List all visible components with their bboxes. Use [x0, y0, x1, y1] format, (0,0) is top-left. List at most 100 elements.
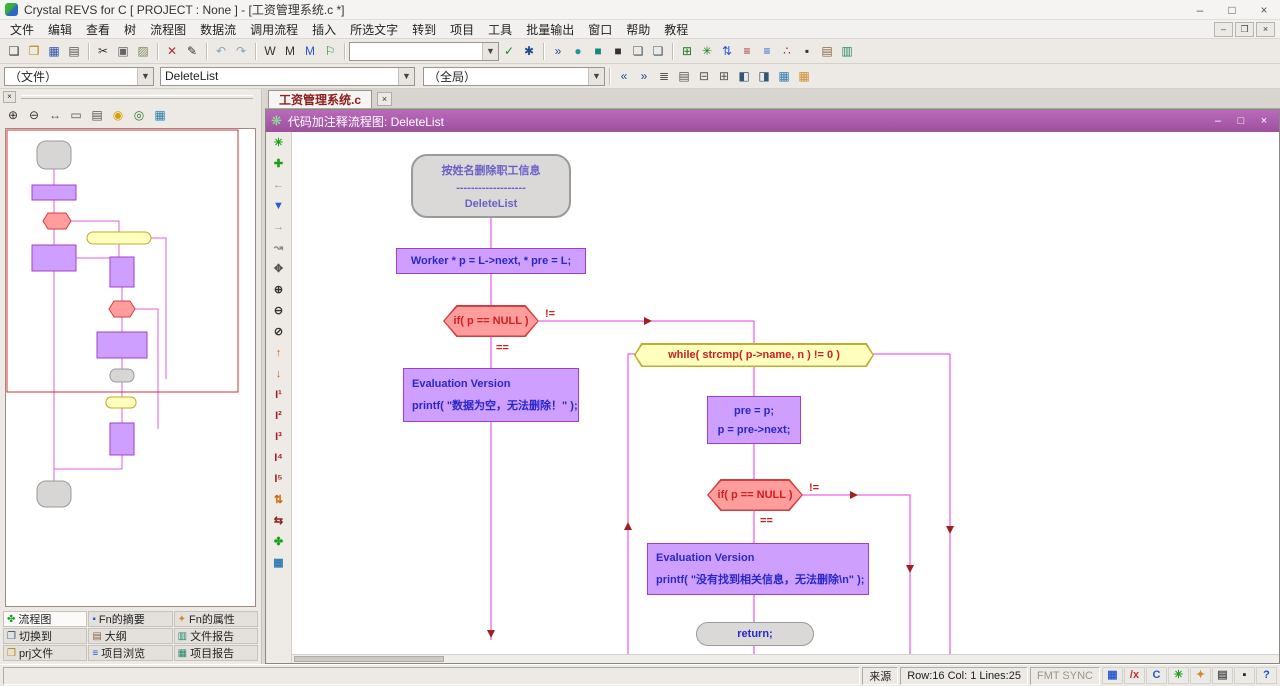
c-lang-icon[interactable]: C	[1146, 667, 1167, 684]
tokens-icon[interactable]: ✳	[1168, 667, 1189, 684]
swap-vert-icon[interactable]: ⇅	[268, 491, 289, 510]
flow-tree-icon[interactable]: ✳	[697, 42, 717, 61]
dropdown-arrow-icon[interactable]: ▼	[588, 67, 604, 85]
tab-close-icon[interactable]: ×	[377, 91, 393, 106]
menu-item[interactable]: 查看	[79, 20, 117, 39]
mdi-restore-icon[interactable]: ❐	[1235, 21, 1254, 37]
menu-item[interactable]: 项目	[443, 20, 481, 39]
mark-icon[interactable]: M	[280, 42, 300, 61]
window-pane2-icon[interactable]: ❏	[648, 42, 668, 61]
panel-icon[interactable]: ▤	[1212, 667, 1233, 684]
tab-switch-to[interactable]: ❐ 切换到	[3, 628, 88, 644]
search-combo[interactable]: ▼	[349, 41, 499, 61]
back-icon[interactable]: ←	[268, 176, 289, 195]
scroll-down-icon[interactable]: ↓	[268, 365, 289, 384]
flow-node-start[interactable]: 按姓名删除职工信息 ------------------- DeleteList	[411, 154, 571, 218]
stats-icon[interactable]: ▥	[837, 42, 857, 61]
menu-item[interactable]: 调用流程	[243, 20, 305, 39]
document-tab[interactable]: 工资管理系统.c	[268, 90, 373, 108]
flowchart-minimap[interactable]	[5, 128, 256, 607]
pages-icon[interactable]: ▤	[87, 106, 107, 125]
open-folder-icon[interactable]: ❒	[24, 42, 44, 61]
redo-icon[interactable]: ↷	[231, 42, 251, 61]
file-combo-value[interactable]: （文件）	[5, 68, 137, 85]
expand-all-icon[interactable]: »	[548, 42, 568, 61]
copy-icon[interactable]: ▣	[113, 42, 133, 61]
flow-node-while[interactable]: while( strcmp( p->name, n ) != 0 )	[634, 343, 874, 367]
jump-icon[interactable]: ↝	[268, 239, 289, 258]
scope-combo-value[interactable]: （全局）	[424, 68, 588, 85]
cut-icon[interactable]: ✂	[93, 42, 113, 61]
fc-minimize-icon[interactable]: –	[1208, 113, 1228, 129]
scope-combo[interactable]: （全局） ▼	[423, 66, 605, 86]
new-file-icon[interactable]: ❑	[4, 42, 24, 61]
menu-item[interactable]: 转到	[405, 20, 443, 39]
forward-icon[interactable]: →	[268, 218, 289, 237]
pan-icon[interactable]: ✥	[268, 260, 289, 279]
flow-node-if-2[interactable]: if( p == NULL )	[707, 479, 803, 511]
dark-block-icon[interactable]: ■	[608, 42, 628, 61]
level5-icon[interactable]: I⁵	[268, 470, 289, 489]
menu-item[interactable]: 批量输出	[519, 20, 581, 39]
flag-icon[interactable]: ⚐	[320, 42, 340, 61]
fit-page-icon[interactable]: ▭	[66, 106, 86, 125]
menu-item[interactable]: 流程图	[143, 20, 193, 39]
find-icon[interactable]: ✱	[519, 42, 539, 61]
flowchart-canvas[interactable]: 按姓名删除职工信息 ------------------- DeleteList…	[292, 132, 1279, 663]
token-next-icon[interactable]: »	[634, 67, 654, 86]
file-combo[interactable]: （文件） ▼	[4, 66, 154, 86]
paste-icon[interactable]: ▨	[133, 42, 153, 61]
symbol-combo-value[interactable]: DeleteList	[161, 69, 398, 83]
close-icon[interactable]: ×	[1248, 0, 1280, 19]
collapse-icon[interactable]: ⊟	[694, 67, 714, 86]
dropdown-arrow-icon[interactable]: ▼	[482, 42, 498, 60]
level4-icon[interactable]: I⁴	[268, 449, 289, 468]
tab-prj-files[interactable]: ❒ prj文件	[3, 645, 88, 661]
block-icon[interactable]: ▪	[797, 42, 817, 61]
tab-fn-properties[interactable]: ✦ Fn的属性	[173, 611, 258, 627]
zoom-in-canvas-icon[interactable]: ⊕	[268, 281, 289, 300]
mdi-close-icon[interactable]: ×	[1256, 21, 1275, 37]
grid-status-icon[interactable]: ▦	[1102, 667, 1123, 684]
doc-report-icon[interactable]: ▤	[817, 42, 837, 61]
flow-node-eval-2[interactable]: Evaluation Version printf( "没有找到相关信息，无法删…	[647, 543, 869, 595]
canvas-hscrollbar[interactable]	[292, 654, 1279, 663]
menu-item[interactable]: 插入	[305, 20, 343, 39]
zoom-select-icon[interactable]: ⊘	[268, 323, 289, 342]
swap-horiz-icon[interactable]: ⇆	[268, 512, 289, 531]
fc-close-icon[interactable]: ×	[1254, 113, 1274, 129]
fc-maximize-icon[interactable]: □	[1231, 113, 1251, 129]
menu-item[interactable]: 树	[117, 20, 143, 39]
symbol-combo[interactable]: DeleteList ▼	[160, 66, 415, 86]
target-icon[interactable]: ◎	[129, 106, 149, 125]
tab-project-browse[interactable]: ≡ 项目浏览	[88, 645, 173, 661]
menu-item[interactable]: 窗口	[581, 20, 619, 39]
detail-list-icon[interactable]: ≡	[737, 42, 757, 61]
margin-right-icon[interactable]: ◨	[754, 67, 774, 86]
detail-list2-icon[interactable]: ≡	[757, 42, 777, 61]
flow-node-if-1[interactable]: if( p == NULL )	[443, 305, 539, 337]
level3-icon[interactable]: I³	[268, 428, 289, 447]
undo-icon[interactable]: ↶	[211, 42, 231, 61]
flow-node-loop-body[interactable]: pre = p; p = pre->next;	[707, 396, 801, 444]
scroll-up-icon[interactable]: ↑	[268, 344, 289, 363]
dots-icon[interactable]: ∴	[777, 42, 797, 61]
level2-icon[interactable]: I²	[268, 407, 289, 426]
build-icon[interactable]: ✦	[1190, 667, 1211, 684]
tab-outline[interactable]: ▤ 大纲	[88, 628, 173, 644]
delete-icon[interactable]: ✕	[162, 42, 182, 61]
dropdown-arrow-icon[interactable]: ▼	[398, 67, 414, 85]
print-icon[interactable]: ▤	[64, 42, 84, 61]
flow-node-eval-1[interactable]: Evaluation Version printf( "数据为空，无法删除！" …	[403, 368, 579, 422]
save-icon[interactable]: ▦	[44, 42, 64, 61]
tab-fn-summary[interactable]: ▪ Fn的摘要	[88, 611, 173, 627]
dark-icon[interactable]: ▪	[1234, 667, 1255, 684]
menu-item[interactable]: 帮助	[619, 20, 657, 39]
canvas-hscrollbar-thumb[interactable]	[294, 656, 444, 662]
grid-zoom-icon[interactable]: ▦	[774, 67, 794, 86]
tab-project-report[interactable]: ▦ 项目报告	[173, 645, 258, 661]
zoom-in-icon[interactable]: ⊕	[3, 106, 23, 125]
expand-icon[interactable]: ⊞	[714, 67, 734, 86]
menu-item[interactable]: 所选文字	[343, 20, 405, 39]
fit-width-icon[interactable]: ↔	[45, 106, 65, 125]
